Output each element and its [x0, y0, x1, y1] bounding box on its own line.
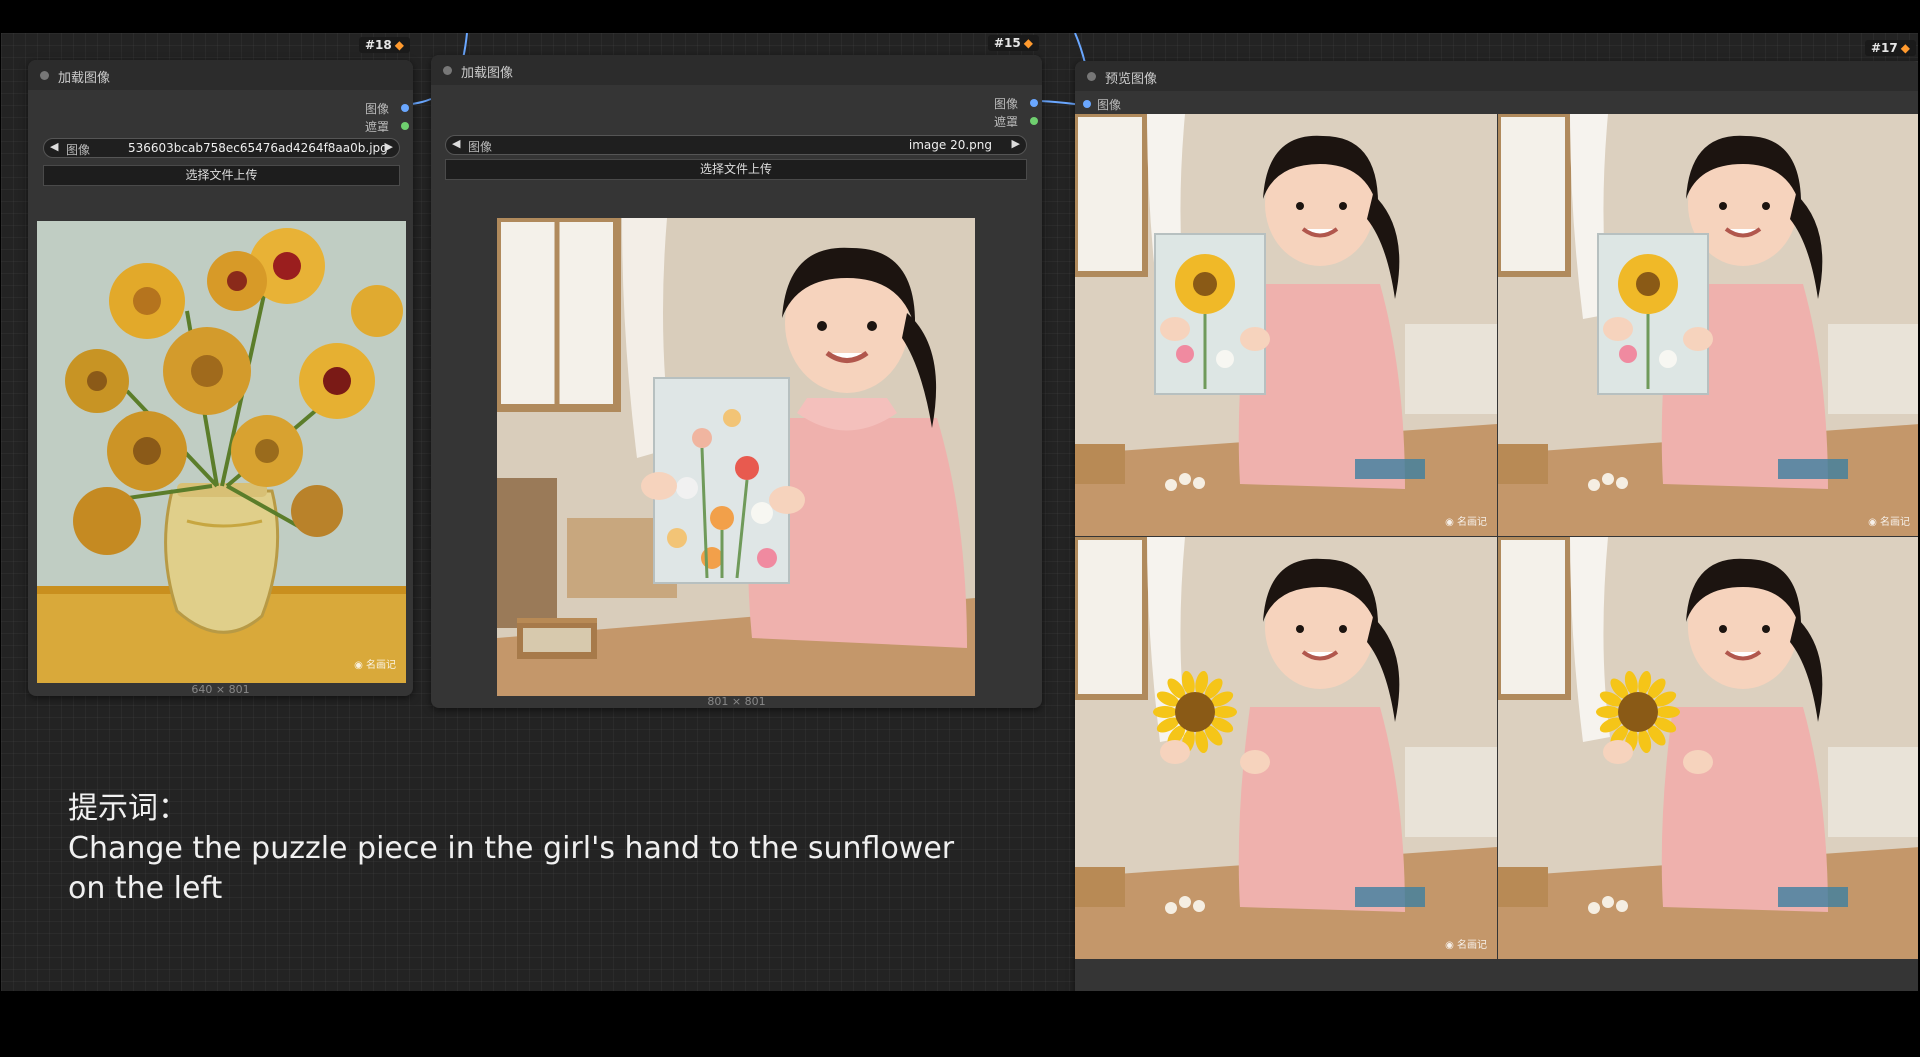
preview-grid: ◉ 名画记 ◉ 名画记 ◉ 名画记: [1075, 114, 1918, 959]
upload-button[interactable]: 选择文件上传: [43, 165, 400, 186]
image-combo-widget[interactable]: ◀ 图像 536603bcab758ec65476ad4264f8aa0b.jp…: [43, 138, 400, 158]
triangle-left-icon[interactable]: ◀: [452, 137, 460, 150]
prompt-label: 提示词：: [68, 791, 188, 826]
node-header[interactable]: 加载图像: [431, 55, 1042, 85]
watermark: ◉ 名画记: [354, 660, 396, 671]
preview-result-image[interactable]: ◉ 名画记: [1075, 537, 1497, 959]
watermark: ◉ 名画记: [1868, 517, 1910, 528]
node-title: 加载图像: [58, 71, 111, 86]
node-header[interactable]: 预览图像: [1075, 61, 1918, 91]
fox-icon: ◆: [1900, 41, 1910, 55]
input-image-socket[interactable]: [1083, 100, 1091, 108]
sunflower-painting-image: ◉ 名画记: [37, 221, 406, 683]
node-header[interactable]: 加载图像: [28, 60, 413, 90]
image-combo-widget[interactable]: ◀ 图像 image 20.png ▶: [445, 135, 1027, 155]
triangle-right-icon[interactable]: ▶: [385, 140, 393, 153]
preview-image-node[interactable]: 预览图像 图像 ◉ 名画记 ◉ 名画记 ◉ 名画记: [1075, 61, 1918, 991]
output-image-label: 图像: [364, 102, 389, 116]
prompt-line-2: on the left: [68, 871, 223, 906]
watermark: ◉ 名画记: [1445, 517, 1487, 528]
output-mask-label: 遮罩: [993, 115, 1018, 129]
input-image-label: 图像: [1097, 98, 1122, 112]
combo-label: 图像: [468, 140, 493, 154]
fox-icon: ◆: [1023, 36, 1033, 50]
upload-button[interactable]: 选择文件上传: [445, 159, 1027, 180]
node-id-badge: #15 ◆: [988, 35, 1039, 51]
prompt-line-1: Change the puzzle piece in the girl's ha…: [68, 831, 955, 866]
output-mask-socket[interactable]: [1030, 117, 1038, 125]
collapse-dot-icon[interactable]: [443, 66, 452, 75]
image-dimensions: 801 × 801: [707, 695, 766, 708]
output-mask-socket[interactable]: [401, 122, 409, 130]
combo-value: 536603bcab758ec65476ad4264f8aa0b.jpg: [128, 141, 388, 155]
preview-result-image[interactable]: ◉ 名画记: [1075, 114, 1497, 536]
output-image-socket[interactable]: [1030, 99, 1038, 107]
node-title: 预览图像: [1105, 72, 1158, 87]
preview-result-image[interactable]: ◉ 名画记: [1498, 114, 1918, 536]
output-mask-label: 遮罩: [364, 120, 389, 134]
fox-icon: ◆: [394, 38, 404, 52]
output-image-socket[interactable]: [401, 104, 409, 112]
image-dimensions: 640 × 801: [191, 683, 250, 696]
combo-value: image 20.png: [908, 138, 992, 152]
load-image-node-1[interactable]: 加载图像 图像 遮罩 ◀ 图像 536603bcab758ec65476ad42…: [28, 60, 413, 696]
node-title: 加载图像: [461, 66, 514, 81]
collapse-dot-icon[interactable]: [40, 71, 49, 80]
triangle-right-icon[interactable]: ▶: [1012, 137, 1020, 150]
collapse-dot-icon[interactable]: [1087, 72, 1096, 81]
preview-result-image[interactable]: [1498, 537, 1918, 959]
watermark: ◉ 名画记: [1445, 940, 1487, 951]
node-id-badge: #18 ◆: [359, 37, 410, 53]
load-image-node-2[interactable]: 加载图像 图像 遮罩 ◀ 图像 image 20.png ▶ 选择文件上传 80…: [431, 55, 1042, 708]
node-canvas[interactable]: #18 ◆ 加载图像 图像 遮罩 ◀ 图像 536603bcab758ec6547…: [1, 33, 1918, 991]
girl-puzzle-image: [497, 218, 975, 696]
link-top-right: [1074, 33, 1086, 64]
output-image-label: 图像: [993, 97, 1018, 111]
triangle-left-icon[interactable]: ◀: [50, 140, 58, 153]
combo-label: 图像: [66, 143, 91, 157]
node-id-badge: #17 ◆: [1865, 40, 1916, 56]
